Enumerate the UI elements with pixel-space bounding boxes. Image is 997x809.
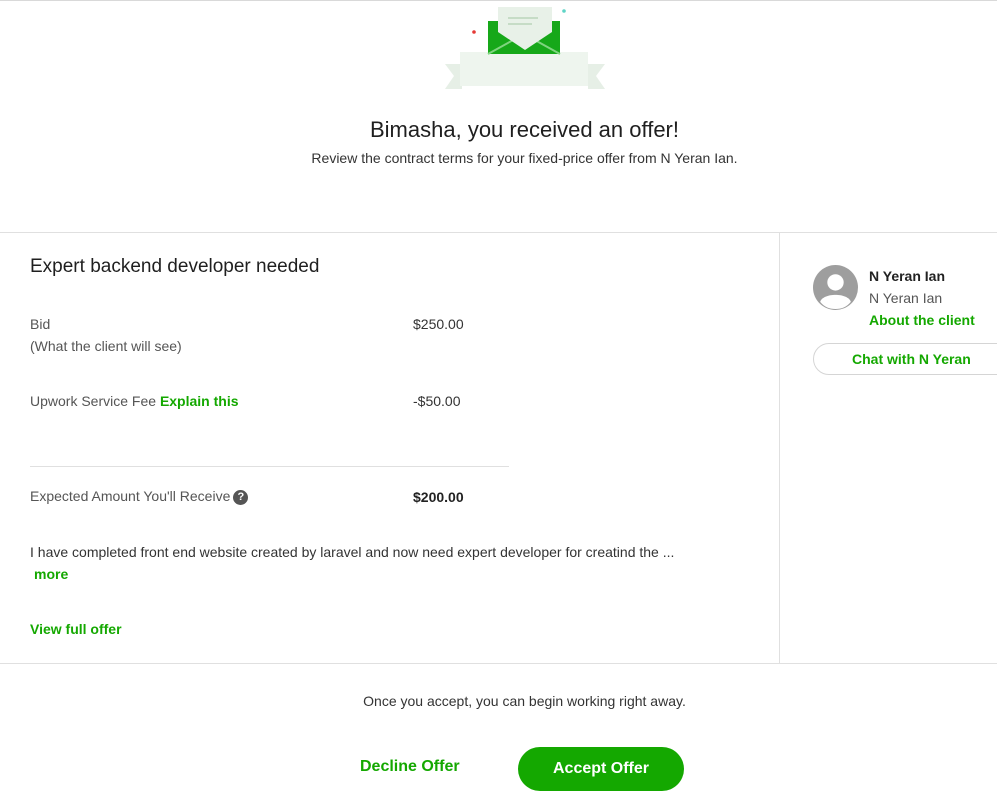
chat-button[interactable]: Chat with N Yeran [813,343,997,375]
page-subtitle: Review the contract terms for your fixed… [311,150,738,166]
question-circle-icon[interactable]: ? [233,490,249,505]
amount-divider [30,466,509,467]
expected-amount-label: Expected Amount You'll Receive [30,488,231,504]
expected-amount-row: Expected Amount You'll Receive? [30,488,249,505]
bid-value: $250.00 [413,316,464,332]
explain-fee-link[interactable]: Explain this [160,393,239,409]
client-subname: N Yeran Ian [869,290,943,306]
section-divider-bottom [0,663,997,664]
panel-divider [779,232,780,663]
section-divider-top [0,232,997,233]
accept-offer-button[interactable]: Accept Offer [518,747,684,791]
more-link[interactable]: more [34,566,68,582]
service-fee-row: Upwork Service Fee Explain this [30,393,239,409]
page-title: Bimasha, you received an offer! [370,117,679,142]
expected-amount-value: $200.00 [413,489,464,505]
service-fee-label: Upwork Service Fee [30,393,157,409]
bid-sublabel: (What the client will see) [30,338,182,354]
about-client-link[interactable]: About the client [869,312,975,328]
view-full-offer-link[interactable]: View full offer [30,621,122,637]
decline-offer-button[interactable]: Decline Offer [360,758,460,776]
user-avatar-icon [813,265,858,310]
offer-description: I have completed front end website creat… [30,544,675,560]
client-name: N Yeran Ian [869,268,946,284]
bid-label: Bid [30,316,51,332]
service-fee-value: -$50.00 [413,393,461,409]
job-title: Expert backend developer needed [30,256,320,277]
envelope-offer-illustration [445,7,605,89]
accept-note: Once you accept, you can begin working r… [363,693,686,709]
top-border [0,0,997,1]
